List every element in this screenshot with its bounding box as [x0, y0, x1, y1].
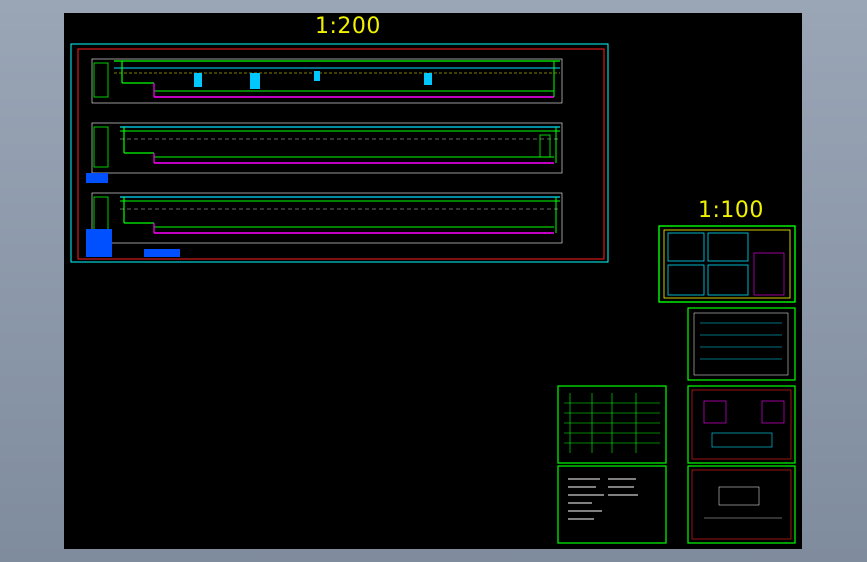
- plan-strip-3: [91, 192, 563, 244]
- sheet-detail-3[interactable]: [687, 385, 796, 464]
- sheet-detail-1[interactable]: [658, 225, 796, 303]
- viewport[interactable]: 1:200 1:100: [0, 0, 867, 562]
- sheet-table[interactable]: [557, 385, 667, 464]
- sheet-detail-2[interactable]: [687, 307, 796, 381]
- drawing-canvas[interactable]: 1:200 1:100: [64, 13, 802, 549]
- sheet-notes[interactable]: [557, 465, 667, 544]
- sheet-detail-4[interactable]: [687, 465, 796, 544]
- sheet-plan-1-200[interactable]: [70, 43, 609, 263]
- cad-drawing: [70, 43, 796, 544]
- plan-strip-2: [91, 122, 563, 174]
- plan-strip-1: [91, 58, 563, 104]
